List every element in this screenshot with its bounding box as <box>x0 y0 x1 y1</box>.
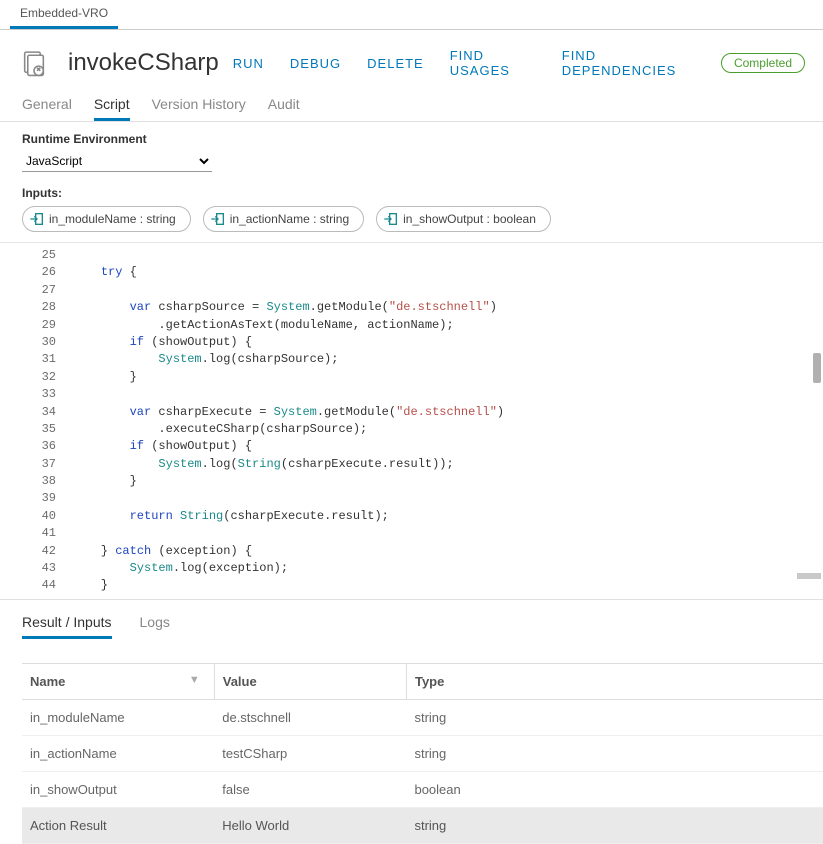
input-arrow-icon <box>210 211 226 227</box>
action-bar: RUN DEBUG DELETE FIND USAGES FIND DEPEND… <box>233 48 805 78</box>
table-row[interactable]: in_actionNametestCSharpstring <box>22 735 823 771</box>
table-row[interactable]: Action ResultHello Worldstring <box>22 807 823 843</box>
col-type[interactable]: Type <box>406 663 823 699</box>
find-dependencies-button[interactable]: FIND DEPENDENCIES <box>562 48 695 78</box>
cell-type: string <box>406 699 823 735</box>
delete-button[interactable]: DELETE <box>367 56 424 71</box>
page-header: invokeCSharp RUN DEBUG DELETE FIND USAGE… <box>0 30 823 88</box>
col-name[interactable]: Name ▼ <box>22 663 214 699</box>
tab-script[interactable]: Script <box>94 88 130 121</box>
line-gutter: 2526272829303132333435363738394041424344 <box>0 243 64 599</box>
input-chip[interactable]: in_moduleName : string <box>22 206 191 232</box>
scrollbar-thumb[interactable] <box>813 353 821 383</box>
input-arrow-icon <box>29 211 45 227</box>
table-row[interactable]: in_showOutputfalseboolean <box>22 771 823 807</box>
script-icon <box>20 49 48 77</box>
cell-value: testCSharp <box>214 735 406 771</box>
filter-icon[interactable]: ▼ <box>189 674 200 686</box>
chip-label: in_showOutput : boolean <box>403 212 536 226</box>
cell-type: string <box>406 735 823 771</box>
cell-name: in_showOutput <box>22 771 214 807</box>
tab-audit[interactable]: Audit <box>268 88 300 121</box>
cell-name: in_actionName <box>22 735 214 771</box>
cell-type: boolean <box>406 771 823 807</box>
input-arrow-icon <box>383 211 399 227</box>
app-top-tabs: Embedded-VRO <box>0 0 823 30</box>
debug-button[interactable]: DEBUG <box>290 56 341 71</box>
chip-label: in_actionName : string <box>230 212 349 226</box>
tab-version-history[interactable]: Version History <box>152 88 246 121</box>
input-chips: in_moduleName : string in_actionName : s… <box>0 206 823 242</box>
col-name-label: Name <box>30 674 65 689</box>
detail-tabs: General Script Version History Audit <box>0 88 823 122</box>
cell-name: in_moduleName <box>22 699 214 735</box>
cell-name: Action Result <box>22 807 214 843</box>
run-button[interactable]: RUN <box>233 56 264 71</box>
results-table: Name ▼ Value Type in_moduleNamede.stschn… <box>22 663 823 844</box>
input-chip[interactable]: in_showOutput : boolean <box>376 206 551 232</box>
input-chip[interactable]: in_actionName : string <box>203 206 364 232</box>
chip-label: in_moduleName : string <box>49 212 176 226</box>
tab-general[interactable]: General <box>22 88 72 121</box>
scrollbar-stub[interactable] <box>797 573 821 579</box>
tab-logs[interactable]: Logs <box>140 608 170 639</box>
code-content[interactable]: try { var csharpSource = System.getModul… <box>64 243 823 599</box>
cell-value: Hello World <box>214 807 406 843</box>
top-tab-embedded-vro[interactable]: Embedded-VRO <box>10 0 118 29</box>
runtime-label: Runtime Environment <box>0 122 823 150</box>
cell-value: de.stschnell <box>214 699 406 735</box>
tab-result-inputs[interactable]: Result / Inputs <box>22 608 112 639</box>
runtime-select[interactable]: JavaScript <box>22 150 212 172</box>
cell-value: false <box>214 771 406 807</box>
result-tabs: Result / Inputs Logs <box>0 599 823 639</box>
status-badge: Completed <box>721 53 805 73</box>
inputs-label: Inputs: <box>0 176 823 206</box>
code-editor[interactable]: 2526272829303132333435363738394041424344… <box>0 242 823 599</box>
cell-type: string <box>406 807 823 843</box>
page-title: invokeCSharp <box>68 49 219 77</box>
col-value[interactable]: Value <box>214 663 406 699</box>
runtime-row: JavaScript <box>0 150 823 176</box>
find-usages-button[interactable]: FIND USAGES <box>450 48 536 78</box>
table-row[interactable]: in_moduleNamede.stschnellstring <box>22 699 823 735</box>
